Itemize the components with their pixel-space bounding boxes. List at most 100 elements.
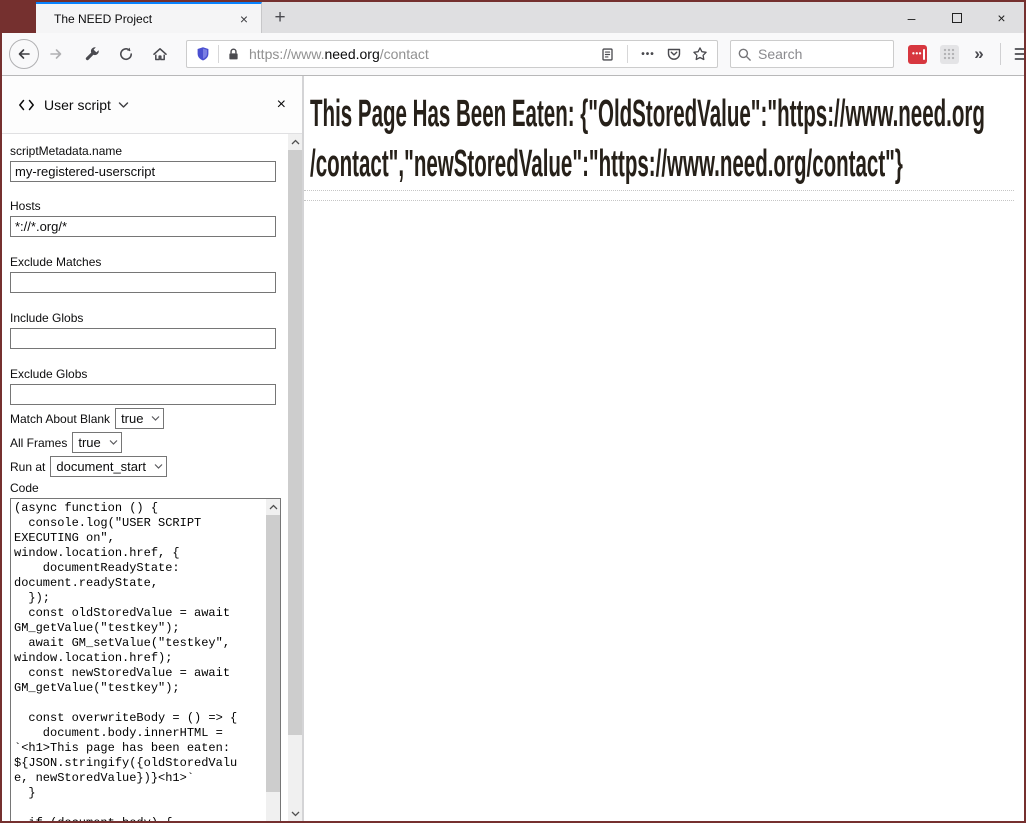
search-icon — [737, 47, 752, 62]
star-icon — [692, 46, 708, 62]
scriptmetadata-name-input[interactable] — [10, 161, 276, 182]
extension-red-icon: ••• — [908, 45, 927, 64]
back-button[interactable] — [8, 38, 40, 70]
urlbar-separator — [218, 45, 219, 63]
double-chevron-icon: » — [974, 44, 983, 64]
match-about-blank-select[interactable]: true — [115, 408, 164, 429]
all-frames-value: true — [78, 435, 100, 450]
scroll-down-icon[interactable] — [288, 806, 302, 821]
heading-divider-2 — [304, 200, 1014, 201]
field-label-exclude-matches: Exclude Matches — [10, 255, 276, 269]
url-path: /contact — [380, 46, 429, 62]
tab-close-icon[interactable]: × — [235, 11, 253, 27]
scroll-up-icon[interactable] — [288, 134, 302, 149]
code-editor[interactable]: (async function () { console.log("USER S… — [10, 498, 281, 821]
search-input[interactable] — [758, 46, 887, 62]
app-menu-button[interactable] — [1009, 41, 1026, 67]
reload-button[interactable] — [110, 38, 142, 70]
code-scrollbar-thumb[interactable] — [266, 515, 280, 792]
page-heading-line-1: This Page Has Been Eaten: {"OldStoredVal… — [310, 89, 1024, 139]
run-at-value: document_start — [56, 459, 146, 474]
sidebar-close-button[interactable]: × — [277, 96, 286, 114]
code-label: Code — [10, 481, 276, 495]
chevron-down-icon[interactable] — [118, 101, 129, 109]
extension-red-button[interactable]: ••• — [904, 41, 930, 67]
userscript-sidebar: User script × scriptMetadata.name Hosts … — [2, 76, 304, 821]
match-about-blank-row: Match About Blank true — [10, 408, 276, 429]
page-actions-button[interactable]: ••• — [635, 41, 661, 67]
pocket-button[interactable] — [661, 41, 687, 67]
shield-icon[interactable] — [195, 45, 211, 63]
home-icon — [152, 46, 168, 62]
hamburger-icon — [1014, 47, 1026, 61]
forward-icon — [48, 46, 64, 62]
tab-bar: The NEED Project × + – × — [2, 2, 1024, 33]
forward-button[interactable] — [40, 38, 72, 70]
run-at-row: Run at document_start — [10, 456, 276, 477]
sidebar-panel: scriptMetadata.name Hosts Exclude Matche… — [2, 134, 302, 821]
heading-divider — [304, 190, 1014, 191]
run-at-select[interactable]: document_start — [50, 456, 167, 477]
url-domain: need.org — [324, 46, 379, 62]
tab-the-need-project[interactable]: The NEED Project × — [36, 2, 262, 33]
meatball-menu-icon: ••• — [641, 49, 655, 60]
include-globs-input[interactable] — [10, 328, 276, 349]
field-label-scriptmetadata-name: scriptMetadata.name — [10, 144, 276, 158]
extension-red-dots: ••• — [912, 50, 922, 58]
field-label-include-globs: Include Globs — [10, 311, 276, 325]
page-heading: This Page Has Been Eaten: {"OldStoredVal… — [310, 89, 1024, 189]
all-frames-label: All Frames — [10, 436, 67, 450]
exclude-globs-input[interactable] — [10, 384, 276, 405]
reader-icon — [600, 47, 615, 62]
run-at-label: Run at — [10, 460, 45, 474]
chevron-down-icon — [109, 439, 118, 446]
maximize-button[interactable] — [934, 2, 979, 33]
page-content: This Page Has Been Eaten: {"OldStoredVal… — [304, 76, 1024, 821]
all-frames-select[interactable]: true — [72, 432, 121, 453]
search-bar[interactable] — [730, 40, 894, 68]
close-window-button[interactable]: × — [979, 2, 1024, 33]
code-scrollbar[interactable] — [266, 499, 280, 821]
titlebar-spacer — [2, 2, 36, 33]
hosts-input[interactable] — [10, 216, 276, 237]
reload-icon — [118, 46, 134, 62]
back-icon — [9, 39, 39, 69]
field-label-hosts: Hosts — [10, 199, 276, 213]
chevron-down-icon — [151, 415, 160, 422]
sidebar-title[interactable]: User script — [44, 97, 111, 113]
overflow-menu-button[interactable]: » — [966, 41, 992, 67]
match-about-blank-value: true — [121, 411, 143, 426]
browser-window: The NEED Project × + – × — [0, 0, 1026, 823]
page-heading-wrap: This Page Has Been Eaten: {"OldStoredVal… — [304, 76, 1024, 190]
bookmark-star-button[interactable] — [687, 41, 713, 67]
maximize-icon — [952, 13, 962, 23]
url-prefix: https://www. — [249, 46, 324, 62]
sidebar-scrollbar[interactable] — [288, 134, 302, 821]
sidebar-scrollbar-thumb[interactable] — [288, 150, 302, 735]
sidebar-header: User script × — [2, 76, 302, 134]
url-text[interactable]: https://www.need.org/contact — [249, 46, 594, 62]
tab-title: The NEED Project — [54, 12, 235, 26]
reader-mode-button[interactable] — [594, 41, 620, 67]
tabbar-spacer — [298, 2, 889, 33]
lock-icon[interactable] — [226, 47, 241, 62]
extension-disabled-button[interactable] — [936, 41, 962, 67]
extension-red-bar — [923, 49, 925, 60]
userscript-tool-button[interactable] — [76, 38, 108, 70]
field-label-exclude-globs: Exclude Globs — [10, 367, 276, 381]
exclude-matches-input[interactable] — [10, 272, 276, 293]
window-controls: – × — [889, 2, 1024, 33]
minimize-button[interactable]: – — [889, 2, 934, 33]
code-text[interactable]: (async function () { console.log("USER S… — [14, 501, 263, 821]
chevron-down-icon — [154, 463, 163, 470]
pocket-icon — [666, 46, 682, 62]
extension-disabled-icon — [940, 45, 959, 64]
page-heading-line-2: /contact","newStoredValue":"https://www.… — [310, 139, 1024, 189]
home-button[interactable] — [144, 38, 176, 70]
all-frames-row: All Frames true — [10, 432, 276, 453]
match-about-blank-label: Match About Blank — [10, 412, 110, 426]
navigation-toolbar: https://www.need.org/contact ••• ••• — [2, 33, 1024, 76]
scroll-up-icon[interactable] — [266, 499, 280, 514]
new-tab-button[interactable]: + — [262, 2, 298, 33]
url-bar[interactable]: https://www.need.org/contact ••• — [186, 40, 718, 68]
